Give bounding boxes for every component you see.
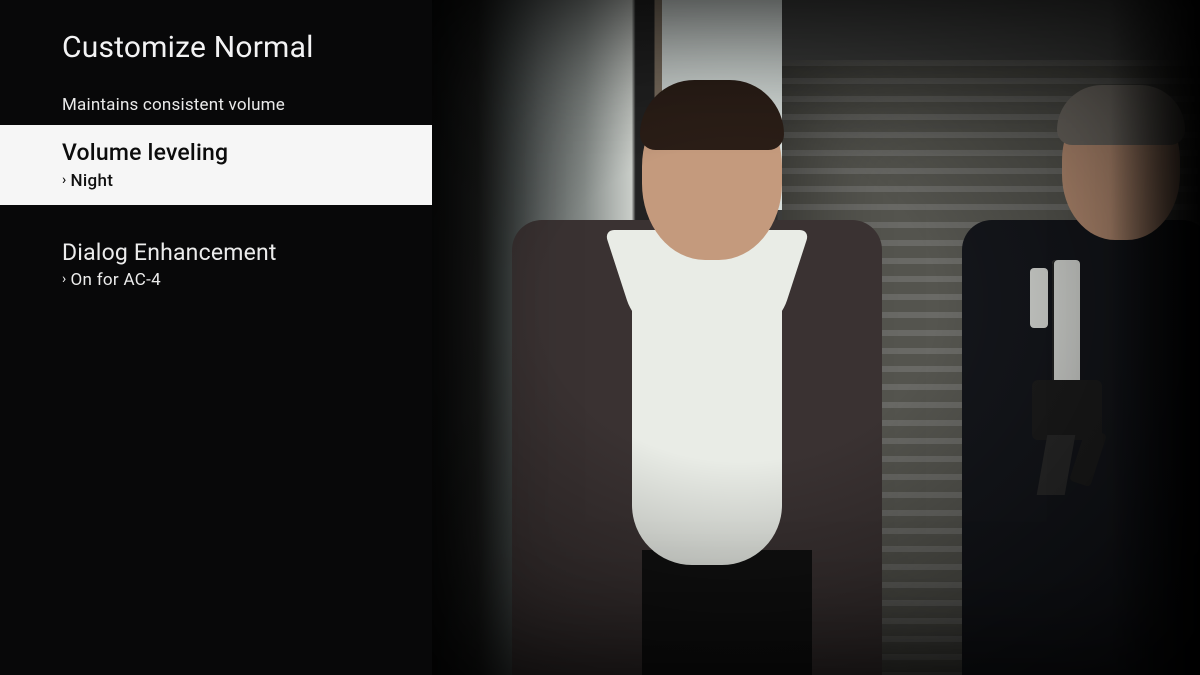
setting-volume-leveling[interactable]: Volume leveling › Night: [0, 125, 432, 205]
video-frame: [432, 0, 1200, 675]
setting-value-row: › Night: [62, 171, 412, 191]
panel-description: Maintains consistent volume: [0, 67, 432, 125]
setting-dialog-enhancement[interactable]: Dialog Enhancement › On for AC-4: [0, 225, 432, 305]
settings-overlay-panel: Customize Normal Maintains consistent vo…: [0, 0, 432, 675]
setting-label: Volume leveling: [62, 139, 412, 167]
setting-value: On for AC-4: [71, 270, 162, 290]
setting-value: Night: [71, 171, 114, 191]
panel-title: Customize Normal: [0, 28, 432, 67]
settings-list: Volume leveling › Night Dialog Enhanceme…: [0, 125, 432, 304]
video-preview: [432, 0, 1200, 675]
setting-label: Dialog Enhancement: [62, 239, 412, 267]
setting-value-row: › On for AC-4: [62, 270, 412, 290]
chevron-right-icon: ›: [62, 272, 67, 286]
chevron-right-icon: ›: [62, 173, 67, 187]
